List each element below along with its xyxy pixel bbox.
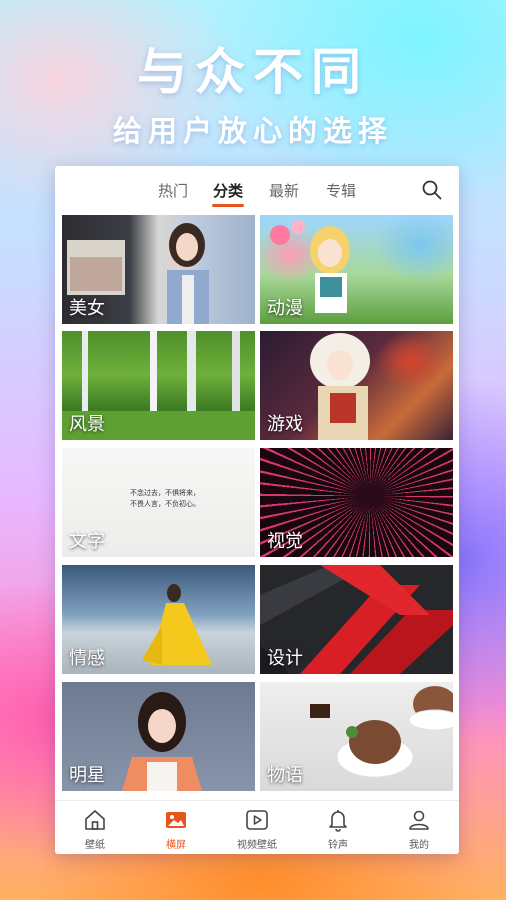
nav-label: 壁纸 bbox=[85, 840, 105, 851]
headline: 与众不同 bbox=[137, 42, 369, 101]
nav-item-landscape[interactable]: 横屏 bbox=[136, 807, 216, 851]
category-label: 文字 bbox=[69, 531, 105, 552]
nav-label: 横屏 bbox=[166, 840, 186, 851]
profile-icon bbox=[409, 810, 429, 830]
category-card-story[interactable]: 物语 bbox=[260, 682, 453, 791]
search-icon bbox=[422, 180, 442, 200]
nav-item-ringtone[interactable]: 铃声 bbox=[298, 807, 378, 851]
nav-label: 视频壁纸 bbox=[237, 840, 277, 851]
category-label: 视觉 bbox=[267, 531, 303, 552]
category-card-design[interactable]: 设计 bbox=[260, 565, 453, 674]
active-tab-indicator bbox=[212, 204, 244, 207]
category-label: 明星 bbox=[69, 765, 105, 786]
category-label: 游戏 bbox=[267, 414, 303, 435]
subheadline: 给用户放心的选择 bbox=[112, 114, 393, 148]
quote-line-1: 不念过去，不惧将来， bbox=[130, 489, 200, 497]
nav-item-mine[interactable]: 我的 bbox=[379, 807, 459, 851]
category-card-beauty[interactable]: 美女 bbox=[62, 215, 255, 324]
category-card-text[interactable]: 不念过去，不惧将来， 不畏人言，不负初心。 文字 bbox=[62, 448, 255, 557]
category-label: 动漫 bbox=[267, 298, 303, 319]
image-icon bbox=[166, 812, 186, 828]
nav-item-video-wallpaper[interactable]: 视频壁纸 bbox=[217, 807, 297, 851]
video-icon bbox=[246, 810, 268, 830]
category-tabs: 热门 分类 最新 专辑 bbox=[55, 166, 459, 212]
category-label: 物语 bbox=[267, 765, 303, 786]
tab-latest[interactable]: 最新 bbox=[269, 180, 299, 201]
quote-line-2: 不畏人言，不负初心。 bbox=[130, 500, 200, 508]
quote-text: 不念过去，不惧将来， 不畏人言，不负初心。 bbox=[130, 488, 200, 510]
tab-categories[interactable]: 分类 bbox=[213, 180, 243, 201]
app-screen: 热门 分类 最新 专辑 美女 动漫 风景 游戏 不念过去，不惧将来， 不畏人言，… bbox=[55, 166, 459, 854]
nav-item-wallpaper[interactable]: 壁纸 bbox=[55, 807, 135, 851]
bottom-navigation: 壁纸 横屏 视频壁纸 铃声 我的 bbox=[55, 800, 459, 854]
nav-label: 我的 bbox=[409, 840, 429, 851]
bell-icon bbox=[329, 810, 347, 832]
category-label: 情感 bbox=[69, 648, 105, 669]
home-icon bbox=[85, 810, 105, 830]
search-button[interactable] bbox=[421, 179, 443, 201]
nav-label: 铃声 bbox=[328, 840, 348, 851]
category-card-visual[interactable]: 视觉 bbox=[260, 448, 453, 557]
category-card-scenery[interactable]: 风景 bbox=[62, 331, 255, 440]
category-label: 风景 bbox=[69, 414, 105, 435]
tab-albums[interactable]: 专辑 bbox=[326, 180, 356, 201]
category-card-emotion[interactable]: 情感 bbox=[62, 565, 255, 674]
category-label: 设计 bbox=[267, 648, 303, 669]
category-card-games[interactable]: 游戏 bbox=[260, 331, 453, 440]
category-card-anime[interactable]: 动漫 bbox=[260, 215, 453, 324]
tab-hot[interactable]: 热门 bbox=[158, 180, 188, 201]
category-card-celebrity[interactable]: 明星 bbox=[62, 682, 255, 791]
category-label: 美女 bbox=[69, 298, 105, 319]
